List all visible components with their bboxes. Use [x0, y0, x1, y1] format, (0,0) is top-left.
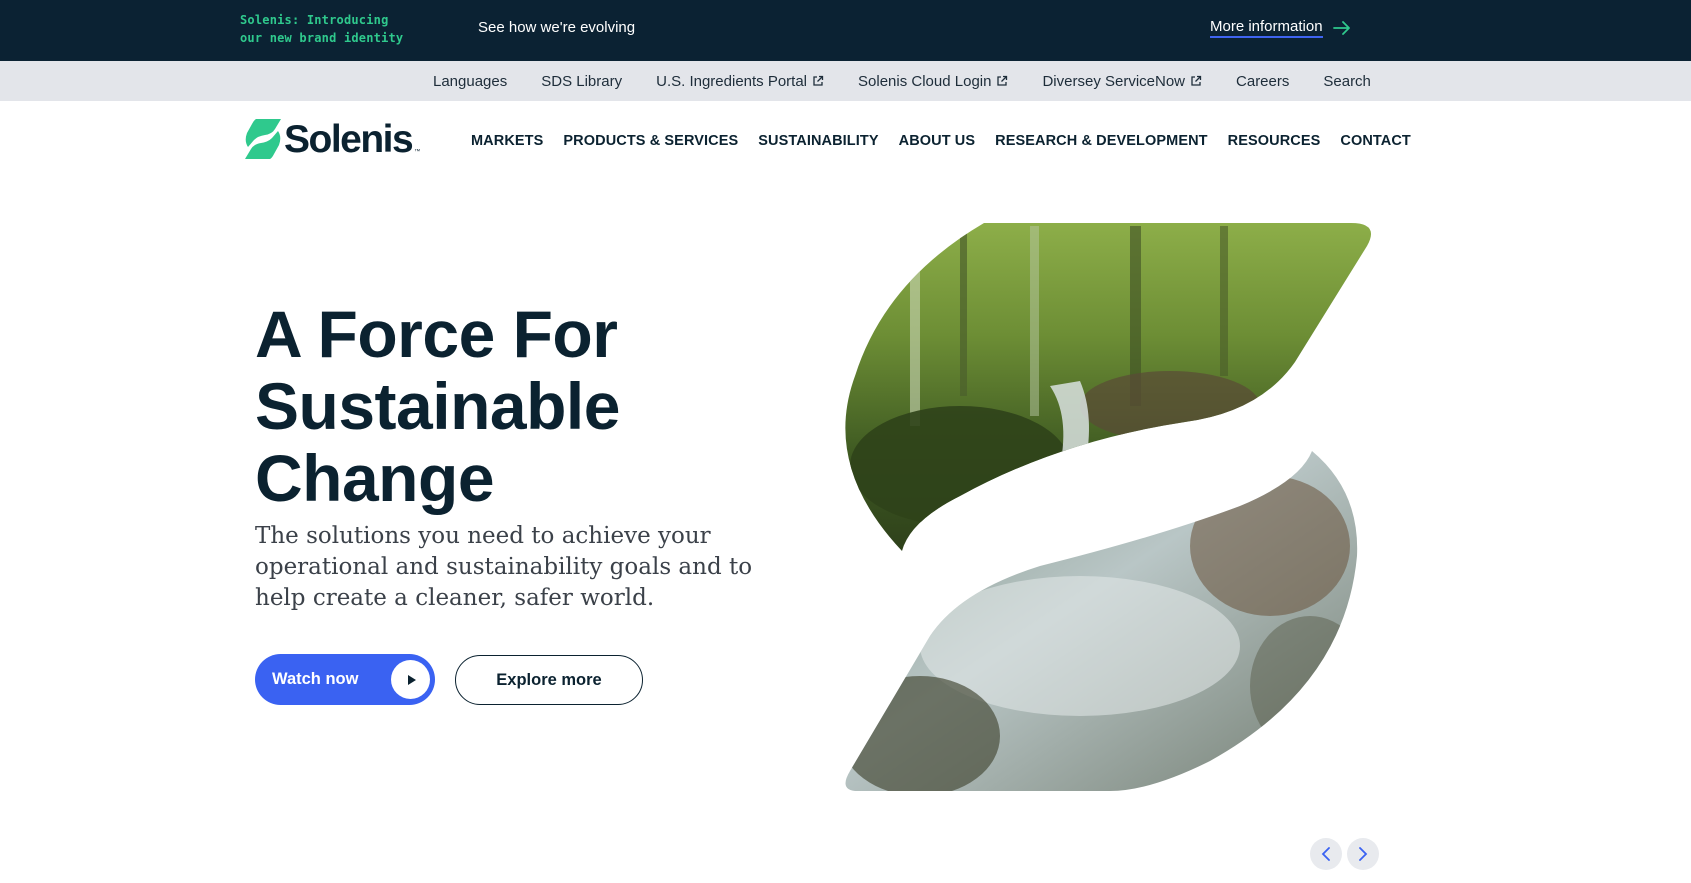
utility-link-label: Languages [433, 72, 508, 90]
utility-link-label: Diversey ServiceNow [1042, 72, 1186, 90]
play-icon [391, 660, 430, 699]
nav-item-contact[interactable]: CONTACT [1340, 133, 1411, 149]
hero-subtitle: The solutions you need to achieve your o… [255, 523, 753, 611]
solenis-s-mark-icon [245, 119, 281, 159]
announcement-bar: Solenis: Introducing our new brand ident… [0, 0, 1691, 61]
utility-link-label: Search [1323, 72, 1371, 90]
evolving-text: See how we're evolving [478, 19, 636, 36]
utility-link-diversey-servicenow[interactable]: Diversey ServiceNow [1042, 73, 1202, 90]
utility-bar: Languages SDS Library U.S. Ingredients Por… [0, 61, 1691, 101]
carousel-prev-button[interactable] [1310, 838, 1342, 870]
utility-link-solenis-cloud-login[interactable]: Solenis Cloud Login [858, 73, 1008, 90]
arrow-right-icon [1332, 21, 1350, 35]
watch-now-label: Watch now [272, 670, 359, 688]
utility-links: Languages SDS Library U.S. Ingredients Por… [433, 61, 1371, 101]
utility-link-label: SDS Library [541, 72, 623, 90]
nav-item-markets[interactable]: MARKETS [471, 133, 543, 149]
more-information-label: More information [1210, 18, 1323, 38]
watch-now-button[interactable]: Watch now [255, 654, 435, 705]
primary-nav: MARKETS PRODUCTS & SERVICES SUSTAINABILITY… [471, 101, 1411, 181]
logo-wordmark: Solenis [284, 117, 414, 161]
utility-link-languages[interactable]: Languages [433, 73, 507, 90]
external-link-icon [997, 75, 1008, 86]
solenis-logo[interactable]: Solenis ™ [244, 119, 420, 159]
explore-more-button[interactable]: Explore more [455, 655, 643, 705]
main-navigation: Solenis ™ MARKETS PRODUCTS & SERVICES SUST… [0, 101, 1691, 181]
nav-item-resources[interactable]: RESOURCES [1228, 133, 1321, 149]
carousel-controls [1310, 838, 1379, 870]
external-link-icon [813, 75, 824, 86]
nav-item-sustainability[interactable]: SUSTAINABILITY [758, 133, 878, 149]
utility-link-u-s-ingredients-portal[interactable]: U.S. Ingredients Portal [656, 73, 824, 90]
more-information-link[interactable]: More information [1210, 18, 1351, 38]
hero-title-line: Change [255, 441, 495, 515]
hero-title-line: A Force For [255, 297, 618, 371]
external-link-icon [1191, 75, 1202, 86]
carousel-next-button[interactable] [1347, 838, 1379, 870]
nav-item-products-services[interactable]: PRODUCTS & SERVICES [563, 133, 738, 149]
hero-s-shaped-nature-image [845, 223, 1372, 791]
utility-link-careers[interactable]: Careers [1236, 73, 1289, 90]
logo-trademark: ™ [414, 149, 421, 155]
hero-title-line: Sustainable [255, 369, 620, 443]
hero-title: A Force For Sustainable Change [255, 298, 815, 514]
utility-link-label: U.S. Ingredients Portal [656, 72, 808, 90]
nav-item-about-us[interactable]: ABOUT US [899, 133, 976, 149]
chevron-right-icon [1359, 847, 1368, 861]
utility-link-label: Careers [1236, 72, 1290, 90]
chevron-left-icon [1321, 847, 1330, 861]
utility-link-sds-library[interactable]: SDS Library [541, 73, 622, 90]
utility-link-label: Solenis Cloud Login [858, 72, 992, 90]
brand-identity-intro: Solenis: Introducing our new brand ident… [240, 13, 404, 45]
nav-item-research-development[interactable]: RESEARCH & DEVELOPMENT [995, 133, 1207, 149]
utility-link-search[interactable]: Search [1323, 73, 1371, 90]
